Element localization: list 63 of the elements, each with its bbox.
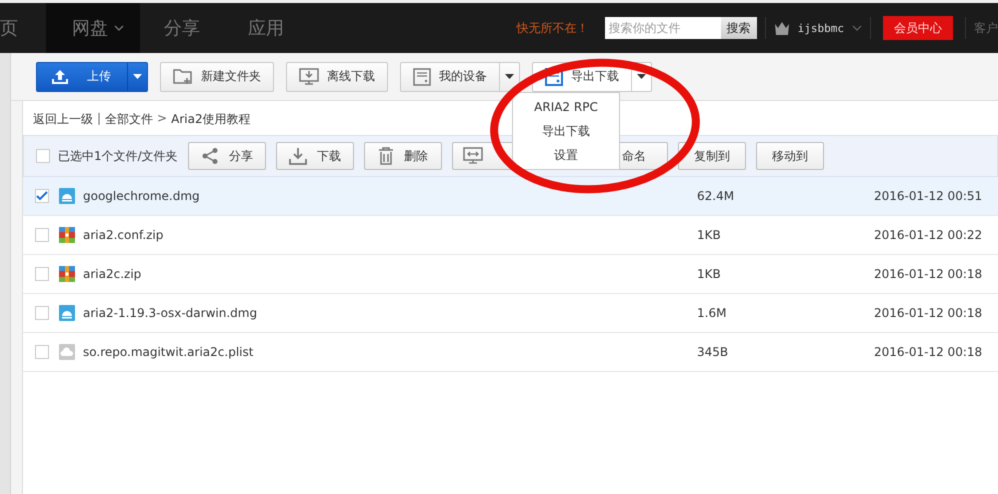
toolbar-button[interactable]: 上传 bbox=[36, 62, 148, 92]
file-row[interactable]: aria2-1.19.3-osx-darwin.dmg 1.6M 2016-01-12 00:18 bbox=[23, 294, 998, 333]
file-size: 345B bbox=[697, 345, 730, 359]
trash-icon bbox=[378, 147, 394, 165]
search-button[interactable]: 搜索 bbox=[720, 17, 757, 39]
row-checkbox[interactable] bbox=[35, 306, 49, 320]
screen-icon bbox=[463, 147, 483, 165]
file-row[interactable]: so.repo.magitwit.aria2c.plist 345B 2016-01-12 00:18 bbox=[23, 333, 998, 372]
selection-count-text: 已选中1个文件/文件夹 bbox=[58, 148, 178, 164]
download-icon bbox=[289, 147, 307, 165]
nav-tab[interactable]: 页 bbox=[0, 3, 46, 53]
nav-tab[interactable]: 分享 bbox=[140, 3, 224, 53]
toolbar-button[interactable]: 新建文件夹 bbox=[160, 62, 274, 92]
action-button[interactable]: 复制到 bbox=[678, 142, 746, 170]
file-date: 2016-01-12 00:22 bbox=[874, 228, 982, 242]
action-button[interactable]: 删除 bbox=[364, 142, 442, 170]
nav-tab[interactable]: 网盘 bbox=[46, 3, 140, 53]
action-button[interactable]: 下载 bbox=[276, 142, 354, 170]
device-icon bbox=[413, 68, 431, 86]
file-name[interactable]: aria2c.zip bbox=[83, 267, 697, 281]
file-date: 2016-01-12 00:18 bbox=[874, 345, 982, 359]
menu-item[interactable]: ARIA2 RPC bbox=[513, 95, 619, 119]
current-folder-text: Aria2使用教程 bbox=[171, 111, 251, 128]
row-checkbox[interactable] bbox=[35, 267, 49, 281]
toolbar-button[interactable]: 我的设备 bbox=[400, 62, 520, 92]
all-files-link[interactable]: 全部文件 bbox=[105, 111, 154, 135]
username-link[interactable]: ijsbbmc bbox=[798, 22, 844, 34]
slogan-text: 快无所不在！ bbox=[516, 20, 589, 36]
crown-icon bbox=[774, 20, 790, 36]
vip-center-button[interactable]: 会员中心 bbox=[883, 16, 953, 40]
file-size: 1KB bbox=[697, 228, 722, 242]
select-all-checkbox[interactable] bbox=[36, 149, 50, 163]
nav-tab[interactable]: 应用 bbox=[224, 3, 308, 53]
row-checkbox[interactable] bbox=[35, 345, 49, 359]
breadcrumb-arrow: > bbox=[157, 111, 168, 127]
separator-text: | bbox=[97, 111, 102, 127]
export-icon bbox=[545, 68, 563, 86]
row-checkbox[interactable] bbox=[35, 189, 49, 203]
monitor-download-icon bbox=[299, 68, 319, 86]
file-date: 2016-01-12 00:18 bbox=[874, 306, 982, 320]
file-date: 2016-01-12 00:18 bbox=[874, 267, 982, 281]
file-name[interactable]: so.repo.magitwit.aria2c.plist bbox=[83, 345, 697, 359]
share-icon bbox=[201, 147, 219, 165]
upload-icon bbox=[51, 68, 69, 84]
file-name[interactable]: aria2.conf.zip bbox=[83, 228, 697, 242]
menu-item[interactable]: 导出下载 bbox=[513, 119, 619, 143]
file-row[interactable]: aria2c.zip 1KB 2016-01-12 00:18 bbox=[23, 255, 998, 294]
file-date: 2016-01-12 00:51 bbox=[874, 189, 982, 203]
toolbar-button[interactable]: 离线下载 bbox=[286, 62, 388, 92]
file-size: 1KB bbox=[697, 267, 722, 281]
file-size: 62.4M bbox=[697, 189, 736, 203]
action-button[interactable]: 分享 bbox=[188, 142, 266, 170]
back-link[interactable]: 返回上一级 bbox=[33, 111, 93, 135]
action-button[interactable]: 移动到 bbox=[756, 142, 824, 170]
file-name[interactable]: aria2-1.19.3-osx-darwin.dmg bbox=[83, 306, 697, 320]
file-name[interactable]: googlechrome.dmg bbox=[83, 189, 697, 203]
row-checkbox[interactable] bbox=[35, 228, 49, 242]
new-folder-icon bbox=[173, 68, 193, 85]
caret-icon[interactable] bbox=[852, 25, 862, 31]
file-size: 1.6M bbox=[697, 306, 728, 320]
file-row[interactable]: googlechrome.dmg 62.4M 2016-01-12 00:51 bbox=[23, 177, 998, 216]
file-row[interactable]: aria2.conf.zip 1KB 2016-01-12 00:22 bbox=[23, 216, 998, 255]
search-field[interactable]: 搜索你的文件 bbox=[604, 17, 721, 39]
